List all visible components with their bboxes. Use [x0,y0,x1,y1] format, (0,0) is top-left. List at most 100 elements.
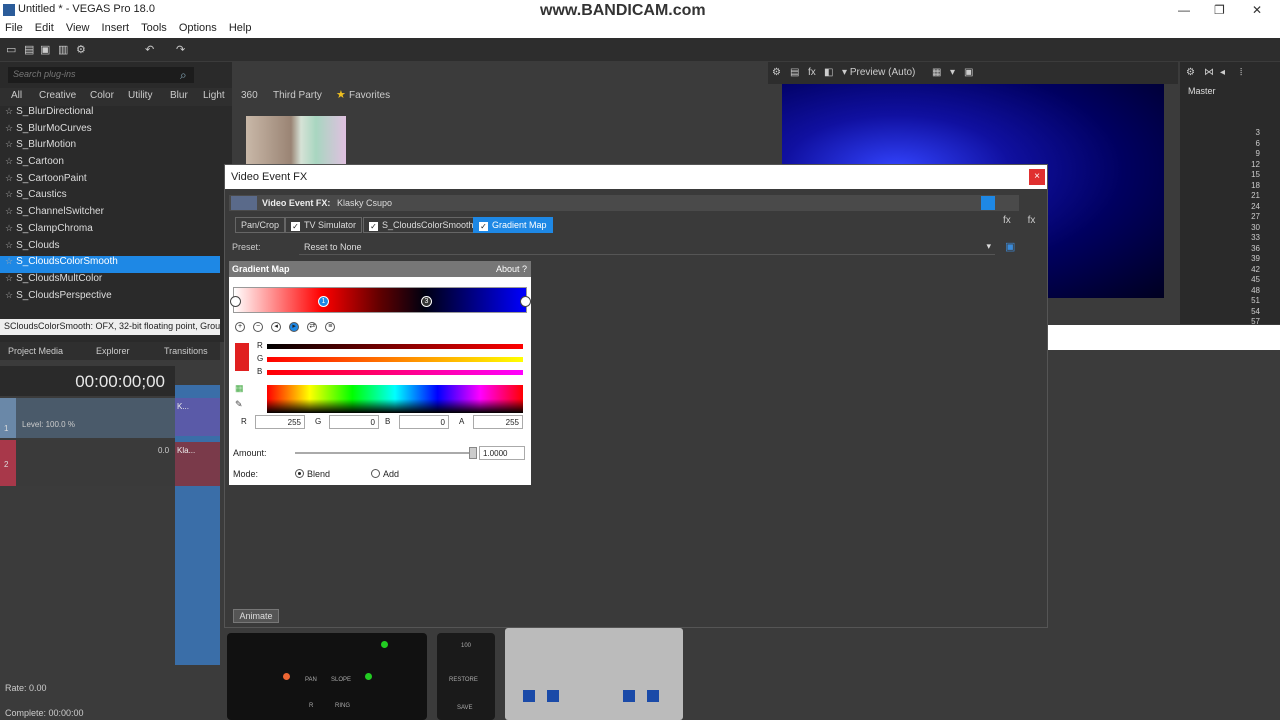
animate-button[interactable]: Animate [233,609,279,623]
preview-quality-dropdown[interactable]: ▾ Preview (Auto) [842,67,915,78]
star-icon[interactable]: ☆ [5,189,13,199]
star-icon[interactable]: ☆ [5,240,13,250]
tab-project-media[interactable]: Project Media [8,346,63,356]
tab-blur[interactable]: Blur [170,90,188,101]
list-item[interactable]: ☆ S_CartoonPaint [0,173,220,190]
list-item[interactable]: ☆ S_Caustics [0,189,220,206]
remove-stop-icon[interactable]: − [253,322,264,332]
tab-transitions[interactable]: Transitions [164,346,208,356]
split-screen-icon[interactable]: ◧ [824,67,833,78]
reverse-icon[interactable]: ⇄ [307,322,318,332]
undo-icon[interactable]: ↶ [145,43,157,56]
menu-view[interactable]: View [66,22,90,34]
gradient-stop[interactable] [520,296,531,307]
restore-button[interactable]: RESTORE [449,677,478,683]
list-item[interactable]: ☆ S_ChannelSwitcher [0,206,220,223]
properties-icon[interactable]: ▥ [58,43,70,56]
next-stop-icon[interactable]: ▸ [289,322,300,332]
copy-snapshot-icon[interactable]: ▾ [950,67,955,78]
project-properties-icon[interactable]: ▤ [790,67,799,78]
dim-icon[interactable]: ◂ [1220,67,1225,78]
meter-icon[interactable]: ⦙ [1240,67,1242,78]
tab-explorer[interactable]: Explorer [96,346,130,356]
gradient-stop[interactable]: 3 [421,296,432,307]
color-swatch[interactable] [235,343,249,371]
channel-button[interactable] [523,690,535,702]
star-icon[interactable]: ☆ [5,123,13,133]
amount-slider[interactable] [295,452,475,454]
blue-slider[interactable] [267,370,523,375]
save-icon[interactable]: ▣ [40,43,52,56]
list-item[interactable]: ☆ S_ClampChroma [0,223,220,240]
b-input[interactable]: 0 [399,415,449,429]
chain-gradient-map[interactable]: ✓ Gradient Map [473,217,553,233]
checkbox-icon[interactable]: ✓ [291,222,300,231]
list-item[interactable]: ☆ S_Clouds [0,240,220,257]
preset-dropdown[interactable]: Reset to None ▾ [299,239,995,255]
gradient-stop[interactable] [230,296,241,307]
tab-all[interactable]: All [11,90,22,101]
video-clip[interactable]: K... [175,398,220,436]
open-icon[interactable]: ▤ [24,43,36,56]
star-icon[interactable]: ☆ [5,290,13,300]
list-item[interactable]: ☆ S_BlurMoCurves [0,123,220,140]
amount-input[interactable]: 1.0000 [479,446,525,460]
eyedropper-icon[interactable]: ✎ [235,399,243,410]
menu-edit[interactable]: Edit [35,22,54,34]
mode-add-radio[interactable]: Add [371,469,399,479]
prev-stop-icon[interactable]: ◂ [271,322,282,332]
tab-favorites[interactable]: Favorites [349,90,390,101]
channel-button[interactable] [623,690,635,702]
menu-insert[interactable]: Insert [102,22,130,34]
dialog-close-button[interactable]: × [1029,169,1045,185]
list-item[interactable]: ☆ S_CloudsPerspective [0,290,220,307]
star-icon[interactable]: ☆ [5,106,13,116]
close-button[interactable]: ✕ [1252,3,1262,17]
list-item[interactable]: ☆ S_Cartoon [0,156,220,173]
tab-utility[interactable]: Utility [128,90,152,101]
downmix-icon[interactable]: ⋈ [1204,67,1214,78]
add-stop-icon[interactable]: + [235,322,245,332]
gradient-bar[interactable]: 1 3 [230,287,531,313]
palette-icon[interactable]: ▦ [235,383,244,394]
audio-track-header[interactable]: 2 0.0 [0,440,175,486]
star-icon[interactable]: ☆ [5,156,13,166]
remove-fx-icon[interactable]: fx [1028,215,1036,226]
settings-icon[interactable]: ⚙ [76,43,88,56]
chain-pan-crop[interactable]: Pan/Crop [235,217,286,233]
mode-blend-radio[interactable]: Blend [295,469,330,479]
tab-light[interactable]: Light [203,90,225,101]
menu-file[interactable]: File [5,22,23,34]
chain-tv-simulator[interactable]: ✓ TV Simulator [285,217,363,233]
tab-color[interactable]: Color [90,90,114,101]
g-input[interactable]: 0 [329,415,379,429]
tab-third-party[interactable]: Third Party [273,90,322,101]
save-snapshot-icon[interactable]: ▣ [964,67,973,78]
channel-button[interactable] [547,690,559,702]
menu-help[interactable]: Help [229,22,252,34]
redo-icon[interactable]: ↷ [176,43,188,56]
settings-icon[interactable]: ⚙ [772,67,781,78]
fx-plugin-icon[interactable]: fx [1003,215,1011,226]
list-item-selected[interactable]: ☆ S_CloudsColorSmooth [0,256,220,273]
about-button[interactable]: About ? [496,264,527,274]
bypass-icon[interactable] [981,196,995,210]
channel-button[interactable] [647,690,659,702]
star-icon[interactable]: ☆ [5,139,13,149]
save-preset-icon[interactable]: ▣ [1005,240,1015,253]
red-slider[interactable] [267,344,523,349]
settings-icon[interactable]: ⚙ [1186,67,1195,78]
video-track-header[interactable]: 1 Level: 100.0 % [0,398,175,438]
fx-icon[interactable]: fx [808,67,816,78]
new-icon[interactable]: ▭ [6,43,18,56]
star-icon[interactable]: ☆ [5,273,13,283]
star-icon[interactable]: ☆ [5,256,13,266]
checkbox-icon[interactable]: ✓ [479,222,488,231]
grid-overlay-icon[interactable]: ▦ [932,67,941,78]
green-slider[interactable] [267,357,523,362]
color-spectrum[interactable] [267,385,523,413]
chain-clouds-color-smooth[interactable]: ✓ S_CloudsColorSmooth [363,217,480,233]
gradient-stop[interactable]: 1 [318,296,329,307]
minimize-button[interactable]: — [1178,3,1190,17]
r-input[interactable]: 255 [255,415,305,429]
